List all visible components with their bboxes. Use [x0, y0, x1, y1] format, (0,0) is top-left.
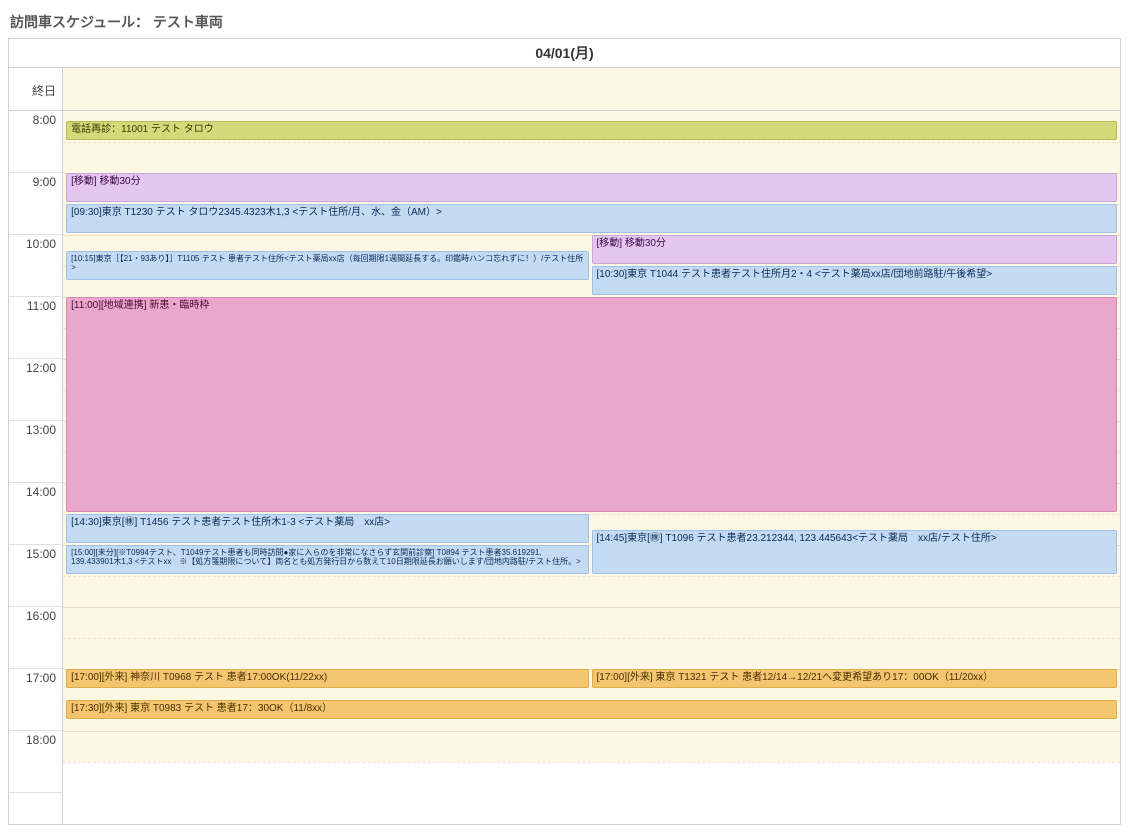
hour-label: 8:00: [9, 111, 62, 173]
hour-label: 10:00: [9, 235, 62, 297]
hour-label: 14:00: [9, 483, 62, 545]
calendar-event[interactable]: [14:45]東京[㊑] T1096 テスト患者23.212344, 123.4…: [592, 530, 1117, 575]
hour-label: 9:00: [9, 173, 62, 235]
allday-body[interactable]: [63, 68, 1120, 110]
events-column[interactable]: 電話再診：11001 テスト タロウ [移動] 移動30分[09:30]東京 T1…: [63, 111, 1120, 762]
calendar-event[interactable]: [10:30]東京 T1044 テスト患者テスト住所月2・4 <テスト薬局xx店…: [592, 266, 1117, 295]
calendar: 04/01(月) 終日 8:009:0010:0011:0012:0013:00…: [8, 38, 1121, 825]
calendar-event[interactable]: [17:00][外来] 神奈川 T0968 テスト 患者17:00OK(11/2…: [66, 669, 589, 688]
calendar-event[interactable]: [11:00][地域連携] 新患・臨時枠: [66, 297, 1117, 512]
hour-label: 12:00: [9, 359, 62, 421]
calendar-event[interactable]: [移動] 移動30分: [592, 235, 1117, 264]
allday-label: 終日: [9, 68, 63, 110]
calendar-event[interactable]: [移動] 移動30分: [66, 173, 1117, 202]
calendar-event[interactable]: [10:15]東京［【21・93あり】］T1105 テスト 患者テスト住所<テス…: [66, 251, 589, 280]
time-column: 8:009:0010:0011:0012:0013:0014:0015:0016…: [9, 111, 63, 824]
page-title: 訪問車スケジュール： テスト車両: [10, 12, 1121, 32]
hour-label: 17:00: [9, 669, 62, 731]
allday-row: 終日: [9, 68, 1120, 111]
calendar-event[interactable]: [17:30][外来] 東京 T0983 テスト 患者17：30OK（11/8x…: [66, 700, 1117, 719]
hour-label: 13:00: [9, 421, 62, 483]
day-header: 04/01(月): [9, 39, 1120, 68]
hour-label: 15:00: [9, 545, 62, 607]
hour-label: 18:00: [9, 731, 62, 793]
hour-label: 16:00: [9, 607, 62, 669]
calendar-event[interactable]: [15:00][未分][※T0994テスト、T1049テスト患者も同時訪問●家に…: [66, 545, 589, 574]
calendar-event[interactable]: [09:30]東京 T1230 テスト タロウ2345.4323木1,3 <テス…: [66, 204, 1117, 233]
hour-label: 11:00: [9, 297, 62, 359]
calendar-event[interactable]: [14:30]東京[㊑] T1456 テスト患者テスト住所木1-3 <テスト薬局…: [66, 514, 589, 543]
time-grid: 8:009:0010:0011:0012:0013:0014:0015:0016…: [9, 111, 1120, 824]
calendar-event[interactable]: [17:00][外来] 東京 T1321 テスト 患者12/14→12/21へ変…: [592, 669, 1117, 688]
calendar-event[interactable]: 電話再診：11001 テスト タロウ: [66, 121, 1117, 140]
